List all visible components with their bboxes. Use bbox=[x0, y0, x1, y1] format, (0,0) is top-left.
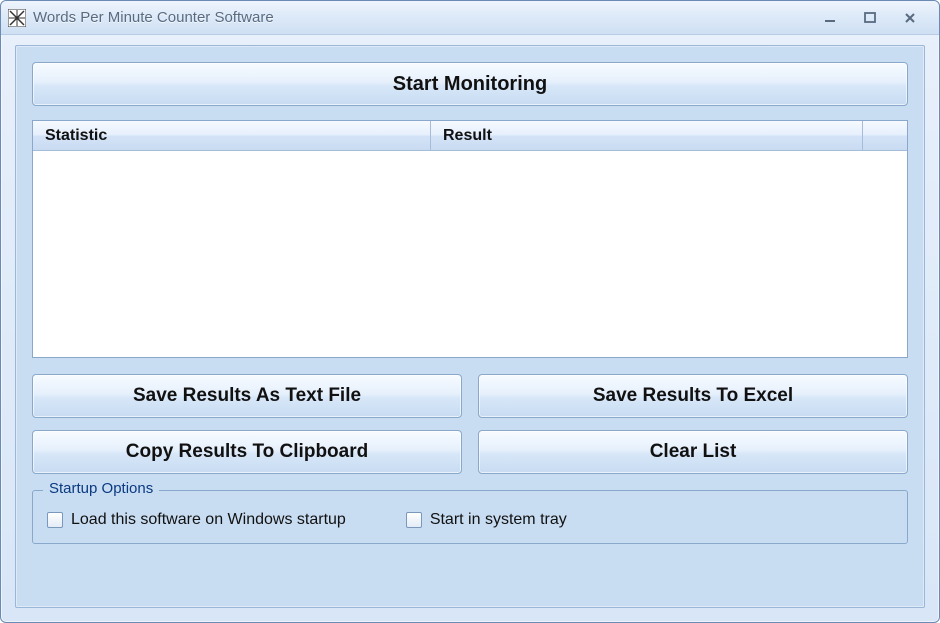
load-on-startup-label: Load this software on Windows startup bbox=[71, 511, 346, 529]
window-controls bbox=[815, 9, 933, 27]
close-button[interactable] bbox=[895, 9, 925, 27]
load-on-startup-checkbox[interactable]: Load this software on Windows startup bbox=[47, 511, 346, 529]
app-window: Words Per Minute Counter Software Start … bbox=[0, 0, 940, 623]
start-in-tray-label: Start in system tray bbox=[430, 511, 567, 529]
save-text-button[interactable]: Save Results As Text File bbox=[32, 374, 462, 418]
startup-checks: Load this software on Windows startup St… bbox=[47, 511, 893, 529]
client-area: Start Monitoring Statistic Result Save R… bbox=[15, 45, 925, 608]
column-headers: Statistic Result bbox=[33, 121, 907, 151]
action-buttons: Save Results As Text File Save Results T… bbox=[32, 374, 908, 474]
clear-list-button[interactable]: Clear List bbox=[478, 430, 908, 474]
titlebar: Words Per Minute Counter Software bbox=[1, 1, 939, 35]
save-excel-button[interactable]: Save Results To Excel bbox=[478, 374, 908, 418]
group-title: Startup Options bbox=[43, 480, 159, 497]
app-icon bbox=[7, 8, 27, 28]
checkbox-icon bbox=[47, 512, 63, 528]
maximize-button[interactable] bbox=[855, 9, 885, 27]
column-header-result[interactable]: Result bbox=[431, 121, 863, 150]
checkbox-icon bbox=[406, 512, 422, 528]
column-header-spacer bbox=[863, 121, 907, 150]
minimize-button[interactable] bbox=[815, 9, 845, 27]
column-header-statistic[interactable]: Statistic bbox=[33, 121, 431, 150]
start-monitoring-button[interactable]: Start Monitoring bbox=[32, 62, 908, 106]
startup-options-group: Startup Options Load this software on Wi… bbox=[32, 490, 908, 544]
results-listview[interactable]: Statistic Result bbox=[32, 120, 908, 358]
start-in-tray-checkbox[interactable]: Start in system tray bbox=[406, 511, 567, 529]
list-body bbox=[33, 151, 907, 357]
window-title: Words Per Minute Counter Software bbox=[33, 9, 815, 26]
copy-clipboard-button[interactable]: Copy Results To Clipboard bbox=[32, 430, 462, 474]
